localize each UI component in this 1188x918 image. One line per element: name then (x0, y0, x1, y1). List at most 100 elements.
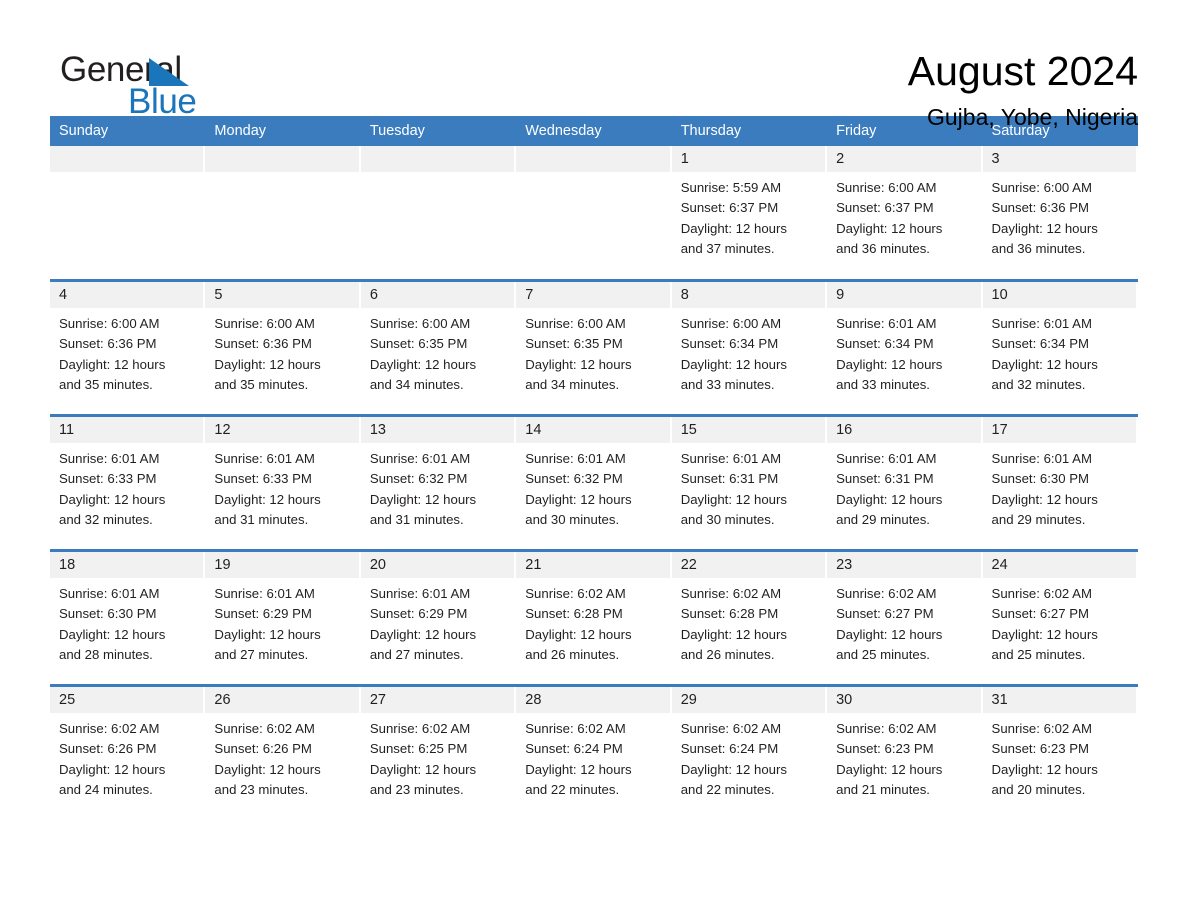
sunrise-text: Sunrise: 6:00 AM (680, 316, 782, 331)
daylight-text-line1: Daylight: 12 hours (59, 356, 166, 372)
day-cell[interactable]: 28 Sunrise: 6:02 AM Sunset: 6:24 PM Dayl… (516, 687, 672, 819)
day-cell[interactable]: 26 Sunrise: 6:02 AM Sunset: 6:26 PM Dayl… (205, 687, 361, 819)
day-info: Sunrise: 6:00 AM Sunset: 6:36 PM Dayligh… (205, 308, 358, 395)
day-cell (205, 146, 361, 279)
day-info: Sunrise: 6:00 AM Sunset: 6:36 PM Dayligh… (983, 172, 1136, 259)
general-blue-logo[interactable]: General Blue (50, 44, 250, 121)
day-cell[interactable]: 13 Sunrise: 6:01 AM Sunset: 6:32 PM Dayl… (360, 417, 517, 549)
logo-text-blue: Blue (128, 82, 197, 121)
day-cell[interactable]: 27 Sunrise: 6:02 AM Sunset: 6:25 PM Dayl… (360, 687, 517, 819)
day-cell[interactable]: 20 Sunrise: 6:01 AM Sunset: 6:29 PM Dayl… (360, 552, 517, 684)
day-cell[interactable]: 17 Sunrise: 6:01 AM Sunset: 6:30 PM Dayl… (982, 417, 1138, 549)
day-cell[interactable]: 15 Sunrise: 6:01 AM Sunset: 6:31 PM Dayl… (671, 417, 828, 549)
week-row: 11 Sunrise: 6:01 AM Sunset: 6:33 PM Dayl… (50, 414, 1138, 549)
daylight-text-line1: Daylight: 12 hours (836, 356, 943, 372)
sunset-text: Sunset: 6:36 PM (59, 336, 157, 352)
day-info: Sunrise: 6:02 AM Sunset: 6:23 PM Dayligh… (983, 713, 1136, 800)
day-cell[interactable]: 11 Sunrise: 6:01 AM Sunset: 6:33 PM Dayl… (50, 417, 206, 549)
daylight-text-line1: Daylight: 12 hours (836, 220, 943, 236)
weekday-header-row: Sunday Monday Tuesday Wednesday Thursday… (50, 116, 1138, 146)
daylight-text-line1: Daylight: 12 hours (369, 491, 477, 507)
day-info: Sunrise: 6:01 AM Sunset: 6:30 PM Dayligh… (983, 443, 1136, 530)
day-cell[interactable]: 3 Sunrise: 6:00 AM Sunset: 6:36 PM Dayli… (982, 146, 1138, 279)
day-info: Sunrise: 6:01 AM Sunset: 6:33 PM Dayligh… (50, 443, 203, 530)
daylight-text-line2: and 34 minutes. (525, 376, 620, 392)
calendar-page: General Blue August 2024 Gujba, Yobe, Ni… (0, 0, 1188, 918)
day-cell (50, 146, 206, 279)
week-row: 18 Sunrise: 6:01 AM Sunset: 6:30 PM Dayl… (50, 549, 1138, 684)
weekday-header-friday: Friday (836, 123, 877, 139)
day-cell[interactable]: 22 Sunrise: 6:02 AM Sunset: 6:28 PM Dayl… (671, 552, 828, 684)
sunset-text: Sunset: 6:33 PM (59, 471, 157, 487)
day-info: Sunrise: 6:02 AM Sunset: 6:26 PM Dayligh… (205, 713, 358, 800)
day-cell[interactable]: 24 Sunrise: 6:02 AM Sunset: 6:27 PM Dayl… (982, 552, 1138, 684)
day-cell[interactable]: 6 Sunrise: 6:00 AM Sunset: 6:35 PM Dayli… (360, 282, 517, 414)
daylight-text-line2: and 26 minutes. (525, 646, 620, 662)
day-cell[interactable]: 18 Sunrise: 6:01 AM Sunset: 6:30 PM Dayl… (50, 552, 206, 684)
day-number (516, 146, 670, 172)
day-cell[interactable]: 31 Sunrise: 6:02 AM Sunset: 6:23 PM Dayl… (982, 687, 1138, 819)
daylight-text-line2: and 22 minutes. (680, 781, 775, 797)
day-info: Sunrise: 6:00 AM Sunset: 6:37 PM Dayligh… (827, 172, 980, 259)
day-cell[interactable]: 14 Sunrise: 6:01 AM Sunset: 6:32 PM Dayl… (516, 417, 672, 549)
day-number (50, 146, 204, 172)
daylight-text-line2: and 30 minutes. (680, 511, 775, 527)
day-cell[interactable]: 12 Sunrise: 6:01 AM Sunset: 6:33 PM Dayl… (205, 417, 361, 549)
day-info: Sunrise: 6:01 AM Sunset: 6:34 PM Dayligh… (827, 308, 980, 395)
daylight-text-line2: and 31 minutes. (369, 511, 464, 527)
day-cell (516, 146, 672, 279)
day-info (361, 172, 514, 178)
day-cell[interactable]: 10 Sunrise: 6:01 AM Sunset: 6:34 PM Dayl… (982, 282, 1138, 414)
daylight-text-line1: Daylight: 12 hours (680, 626, 787, 642)
daylight-text-line1: Daylight: 12 hours (214, 626, 321, 642)
daylight-text-line2: and 21 minutes. (836, 781, 930, 797)
daylight-text-line2: and 36 minutes. (991, 240, 1086, 256)
daylight-text-line1: Daylight: 12 hours (836, 491, 943, 507)
sunset-text: Sunset: 6:37 PM (680, 200, 779, 216)
daylight-text-line2: and 31 minutes. (214, 511, 309, 527)
sunset-text: Sunset: 6:30 PM (59, 606, 157, 622)
daylight-text-line2: and 33 minutes. (680, 376, 775, 392)
day-info: Sunrise: 6:01 AM Sunset: 6:32 PM Dayligh… (516, 443, 669, 530)
daylight-text-line2: and 28 minutes. (59, 646, 153, 662)
day-number: 12 (205, 417, 359, 443)
day-cell[interactable]: 23 Sunrise: 6:02 AM Sunset: 6:27 PM Dayl… (827, 552, 983, 684)
daylight-text-line2: and 37 minutes. (680, 240, 775, 256)
day-cell[interactable]: 25 Sunrise: 6:02 AM Sunset: 6:26 PM Dayl… (50, 687, 206, 819)
daylight-text-line2: and 20 minutes. (991, 781, 1086, 797)
day-number: 28 (516, 687, 670, 713)
daylight-text-line2: and 29 minutes. (836, 511, 930, 527)
day-info: Sunrise: 6:01 AM Sunset: 6:31 PM Dayligh… (827, 443, 980, 530)
daylight-text-line1: Daylight: 12 hours (369, 761, 477, 777)
day-cell[interactable]: 9 Sunrise: 6:01 AM Sunset: 6:34 PM Dayli… (827, 282, 983, 414)
daylight-text-line2: and 23 minutes. (214, 781, 309, 797)
day-info (205, 172, 358, 178)
day-info: Sunrise: 6:02 AM Sunset: 6:24 PM Dayligh… (672, 713, 825, 800)
day-cell[interactable]: 2 Sunrise: 6:00 AM Sunset: 6:37 PM Dayli… (827, 146, 983, 279)
day-cell[interactable]: 30 Sunrise: 6:02 AM Sunset: 6:23 PM Dayl… (827, 687, 983, 819)
sunrise-text: Sunrise: 6:00 AM (525, 316, 626, 331)
sunrise-text: Sunrise: 6:02 AM (525, 721, 626, 736)
day-cell[interactable]: 7 Sunrise: 6:00 AM Sunset: 6:35 PM Dayli… (516, 282, 672, 414)
day-cell[interactable]: 21 Sunrise: 6:02 AM Sunset: 6:28 PM Dayl… (516, 552, 672, 684)
day-cell[interactable]: 1 Sunrise: 5:59 AM Sunset: 6:37 PM Dayli… (671, 146, 828, 279)
day-cell[interactable]: 8 Sunrise: 6:00 AM Sunset: 6:34 PM Dayli… (671, 282, 828, 414)
daylight-text-line1: Daylight: 12 hours (680, 220, 787, 236)
week-row: 4 Sunrise: 6:00 AM Sunset: 6:36 PM Dayli… (50, 279, 1138, 414)
day-info: Sunrise: 6:01 AM Sunset: 6:29 PM Dayligh… (361, 578, 514, 665)
day-number: 16 (827, 417, 981, 443)
sunset-text: Sunset: 6:29 PM (214, 606, 312, 622)
day-cell[interactable]: 4 Sunrise: 6:00 AM Sunset: 6:36 PM Dayli… (50, 282, 206, 414)
daylight-text-line1: Daylight: 12 hours (991, 220, 1098, 236)
day-number: 26 (205, 687, 359, 713)
sunset-text: Sunset: 6:37 PM (836, 200, 934, 216)
sunset-text: Sunset: 6:25 PM (369, 741, 468, 757)
daylight-text-line1: Daylight: 12 hours (991, 491, 1098, 507)
sunrise-text: Sunrise: 6:02 AM (836, 721, 937, 736)
day-cell[interactable]: 16 Sunrise: 6:01 AM Sunset: 6:31 PM Dayl… (827, 417, 983, 549)
day-cell[interactable]: 29 Sunrise: 6:02 AM Sunset: 6:24 PM Dayl… (671, 687, 828, 819)
day-info: Sunrise: 6:02 AM Sunset: 6:27 PM Dayligh… (983, 578, 1136, 665)
sunrise-text: Sunrise: 6:02 AM (836, 586, 937, 601)
day-cell[interactable]: 5 Sunrise: 6:00 AM Sunset: 6:36 PM Dayli… (205, 282, 361, 414)
day-cell[interactable]: 19 Sunrise: 6:01 AM Sunset: 6:29 PM Dayl… (205, 552, 361, 684)
